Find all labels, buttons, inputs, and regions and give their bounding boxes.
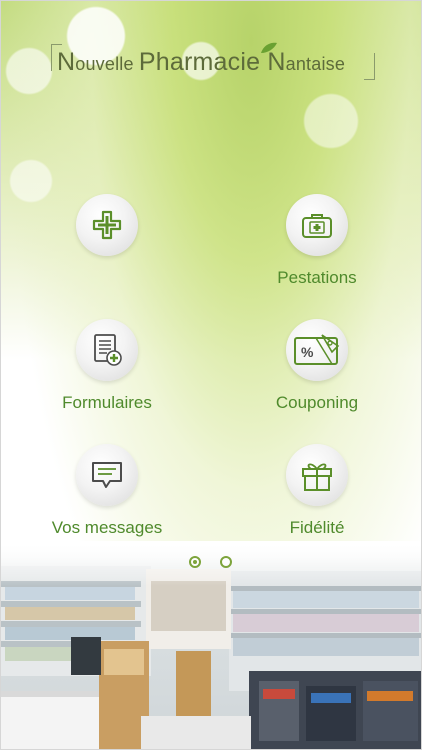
leaf-icon bbox=[261, 42, 277, 53]
message-bubble-icon bbox=[92, 462, 122, 488]
menu-label: Fidélité bbox=[289, 518, 345, 537]
menu-label: Pestations bbox=[277, 268, 357, 287]
app-screen: Nouvelle Pharmacie Nantaise Pestations F… bbox=[0, 0, 422, 750]
page-dot-1[interactable] bbox=[189, 556, 201, 568]
menu-icon-circle: % bbox=[286, 319, 348, 381]
medical-kit-icon bbox=[302, 214, 332, 238]
menu-item-prestations[interactable]: Pestations bbox=[232, 194, 402, 288]
svg-text:%: % bbox=[301, 344, 314, 360]
logo-bracket-right bbox=[364, 53, 375, 80]
menu-item-couponing[interactable]: % Couponing bbox=[232, 319, 402, 413]
menu-item-formulaires[interactable]: Formulaires bbox=[22, 319, 192, 413]
menu-item-fidelite[interactable]: Fidélité bbox=[232, 444, 402, 538]
menu-label: Vos messages bbox=[51, 518, 163, 537]
menu-item-messages[interactable]: Vos messages bbox=[22, 444, 192, 538]
menu-label: Formulaires bbox=[62, 393, 152, 412]
logo-text: Nouvelle Pharmacie Nantaise bbox=[57, 48, 346, 76]
coupon-ticket-icon: % bbox=[294, 334, 340, 365]
menu-item-pharmacy[interactable] bbox=[22, 194, 192, 268]
gift-box-icon bbox=[302, 463, 332, 491]
form-document-icon bbox=[94, 334, 122, 366]
menu-icon-circle bbox=[286, 444, 348, 506]
menu-icon-circle bbox=[286, 194, 348, 256]
menu-label: Couponing bbox=[275, 393, 359, 412]
menu-icon-circle bbox=[76, 319, 138, 381]
menu-icon-circle bbox=[76, 194, 138, 256]
page-dot-2[interactable] bbox=[220, 556, 232, 568]
medical-cross-icon bbox=[92, 210, 122, 240]
menu-icon-circle bbox=[76, 444, 138, 506]
pharmacy-logo: Nouvelle Pharmacie Nantaise bbox=[51, 42, 375, 80]
page-indicator bbox=[189, 556, 239, 572]
